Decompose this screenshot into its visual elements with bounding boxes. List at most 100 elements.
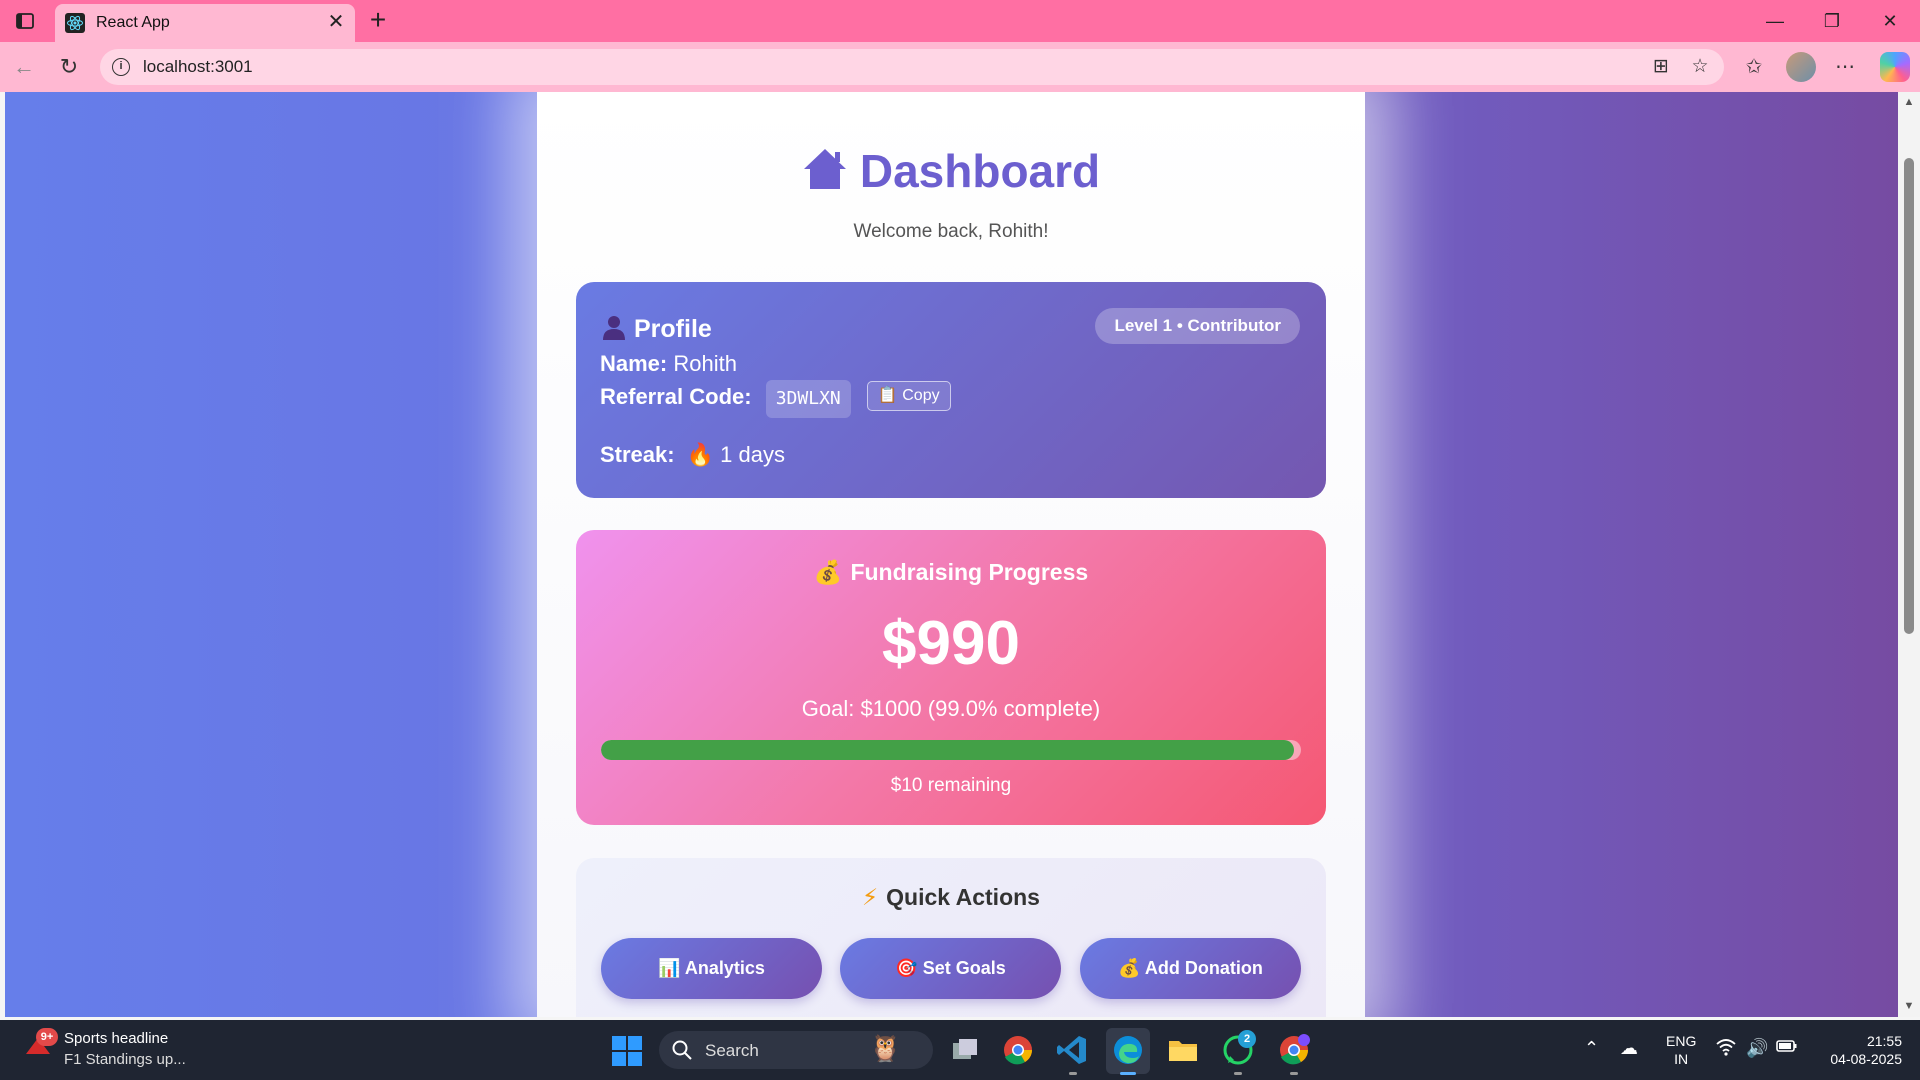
- taskbar-search[interactable]: Search 🦉: [659, 1031, 933, 1069]
- favorites-icon[interactable]: ✩: [1741, 54, 1767, 80]
- search-label: Search: [705, 1041, 759, 1060]
- back-icon[interactable]: ←: [11, 54, 37, 80]
- name-value: Rohith: [673, 351, 737, 376]
- fire-icon: 🔥: [686, 442, 715, 467]
- clipboard-icon: 📋: [877, 387, 898, 404]
- site-info-icon[interactable]: i: [112, 58, 130, 76]
- news-badge: 9+: [36, 1028, 58, 1046]
- restore-icon[interactable]: ❐: [1815, 8, 1849, 34]
- volume-icon[interactable]: 🔊: [1746, 1038, 1768, 1059]
- new-tab-icon[interactable]: +: [364, 6, 392, 34]
- address-bar[interactable]: i localhost:3001 ⊞ ☆: [100, 49, 1724, 85]
- scroll-up-icon[interactable]: ▲: [1902, 96, 1916, 108]
- money-bag-icon: 💰: [1118, 958, 1141, 978]
- wifi-icon[interactable]: [1716, 1038, 1736, 1061]
- news-title[interactable]: Sports headline: [64, 1030, 168, 1047]
- quick-actions-card: ⚡ Quick Actions 📊 Analytics 🎯 Set Goals 💰…: [576, 858, 1326, 1017]
- chrome-profile-icon[interactable]: [1277, 1033, 1311, 1067]
- windows-start-icon[interactable]: [612, 1036, 642, 1066]
- favorite-star-icon[interactable]: ☆: [1689, 56, 1711, 78]
- page-scrollbar[interactable]: ▲ ▼: [1898, 92, 1920, 1017]
- raised-amount: $990: [882, 609, 1020, 678]
- progress-fill: [601, 740, 1294, 760]
- name-row: Name: Rohith: [600, 351, 737, 377]
- edge-active-indicator: [1120, 1072, 1136, 1075]
- file-explorer-icon[interactable]: [1166, 1033, 1200, 1067]
- target-icon: 🎯: [895, 958, 918, 978]
- language-code: ENG: [1666, 1033, 1697, 1049]
- remaining-text: $10 remaining: [890, 775, 1012, 796]
- referral-code: 3DWLXN: [765, 380, 851, 418]
- welcome-text: Welcome back, Rohith!: [853, 221, 1049, 242]
- reload-icon[interactable]: ↻: [56, 54, 82, 80]
- fundraising-heading-text: Fundraising Progress: [850, 559, 1089, 585]
- set-goals-button[interactable]: 🎯 Set Goals: [840, 938, 1061, 999]
- chrome-running-indicator: [1290, 1072, 1298, 1075]
- money-bag-icon: 💰: [813, 559, 843, 585]
- task-view-icon[interactable]: [948, 1033, 982, 1067]
- clock-date: 04-08-2025: [1830, 1051, 1902, 1067]
- page-viewport: Dashboard Welcome back, Rohith! Profile …: [5, 92, 1898, 1017]
- vscode-icon[interactable]: [1055, 1033, 1089, 1067]
- onedrive-icon[interactable]: ☁: [1620, 1038, 1638, 1059]
- referral-label: Referral Code:: [600, 384, 752, 409]
- page-title-text: Dashboard: [859, 145, 1101, 197]
- url-text[interactable]: localhost:3001: [143, 57, 253, 77]
- scroll-down-icon[interactable]: ▼: [1902, 1000, 1916, 1012]
- react-logo-icon: [65, 13, 85, 33]
- lightning-icon: ⚡: [862, 884, 879, 910]
- tab-bar: React App ✕ + — ❐ ✕: [0, 0, 1920, 42]
- app-available-icon[interactable]: ⊞: [1650, 56, 1672, 78]
- scroll-thumb[interactable]: [1904, 158, 1914, 634]
- search-icon: [671, 1039, 693, 1061]
- fundraising-card: 💰 Fundraising Progress $990 Goal: $1000 (…: [576, 530, 1326, 825]
- referral-row: Referral Code: 3DWLXN 📋 Copy: [600, 380, 951, 418]
- edge-icon[interactable]: [1111, 1033, 1145, 1067]
- bar-chart-icon: 📊: [658, 958, 681, 978]
- quick-actions-heading-text: Quick Actions: [886, 884, 1040, 910]
- taskbar: 9+ Sports headline F1 Standings up... Se…: [0, 1020, 1920, 1080]
- goal-text: Goal: $1000 (99.0% complete): [801, 696, 1101, 721]
- tab-close-icon[interactable]: ✕: [325, 11, 347, 33]
- add-donation-button[interactable]: 💰 Add Donation: [1080, 938, 1301, 999]
- dashboard-container: Dashboard Welcome back, Rohith! Profile …: [537, 92, 1365, 1017]
- vscode-running-indicator: [1069, 1072, 1077, 1075]
- tray-overflow-icon[interactable]: ⌃: [1584, 1038, 1599, 1059]
- set-goals-button-label: Set Goals: [922, 958, 1006, 978]
- streak-label: Streak:: [600, 442, 675, 467]
- system-clock[interactable]: 21:55 04-08-2025: [1818, 1032, 1902, 1068]
- fundraising-heading: 💰 Fundraising Progress: [576, 559, 1326, 586]
- quick-actions-heading: ⚡ Quick Actions: [576, 884, 1326, 911]
- language-region: IN: [1674, 1051, 1689, 1067]
- page-title: Dashboard: [537, 144, 1365, 202]
- copilot-icon[interactable]: [1880, 52, 1910, 82]
- profile-heading-text: Profile: [634, 315, 712, 343]
- house-icon: [802, 147, 848, 202]
- browser-tab[interactable]: React App ✕: [55, 4, 355, 42]
- streak-row: Streak: 🔥 1 days: [600, 442, 785, 468]
- more-menu-icon[interactable]: ⋯: [1832, 54, 1858, 80]
- sidebar-toggle-icon[interactable]: [14, 10, 36, 32]
- profile-avatar[interactable]: [1786, 52, 1816, 82]
- minimize-icon[interactable]: —: [1758, 8, 1792, 34]
- progress-bar: [601, 740, 1301, 760]
- battery-icon[interactable]: [1776, 1038, 1798, 1059]
- whatsapp-badge: 2: [1238, 1030, 1256, 1048]
- window-close-icon[interactable]: ✕: [1873, 8, 1907, 34]
- language-indicator[interactable]: ENG IN: [1666, 1032, 1696, 1068]
- name-label: Name:: [600, 351, 668, 376]
- copy-button[interactable]: 📋 Copy: [866, 381, 951, 411]
- chrome-icon[interactable]: [1001, 1033, 1035, 1067]
- analytics-button-label: Analytics: [684, 958, 765, 978]
- owl-decoration-icon: 🦉: [869, 1033, 902, 1063]
- level-badge: Level 1 • Contributor: [1095, 308, 1300, 344]
- whatsapp-running-indicator: [1234, 1072, 1242, 1075]
- analytics-button[interactable]: 📊 Analytics: [601, 938, 822, 999]
- user-icon: [603, 316, 625, 340]
- news-subtitle[interactable]: F1 Standings up...: [64, 1051, 186, 1068]
- address-bar-row: ← ↻ i localhost:3001 ⊞ ☆ ✩ ⋯: [0, 42, 1920, 92]
- tab-title: React App: [96, 14, 170, 31]
- clock-time: 21:55: [1866, 1033, 1902, 1049]
- profile-heading: Profile: [602, 314, 712, 344]
- streak-value: 1 days: [720, 442, 785, 467]
